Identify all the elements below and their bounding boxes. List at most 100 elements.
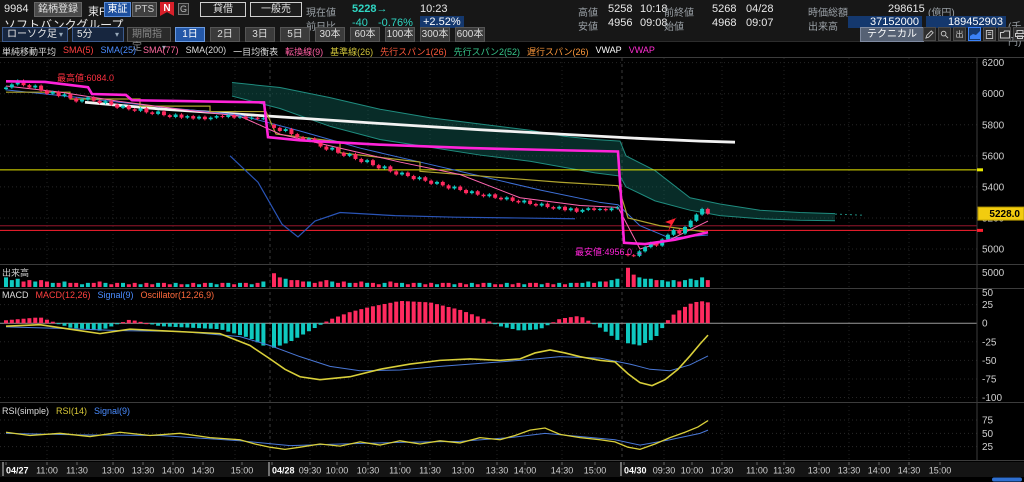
macd-histogram-bar [660,323,664,328]
period-button-100本[interactable]: 100本 [385,27,415,42]
period-button-2日[interactable]: 2日 [210,27,240,42]
g-badge-icon: G [178,3,189,15]
candle-body [400,173,404,175]
macd-histogram-bar [22,319,26,324]
volume-bar [133,283,137,287]
general-sell-button[interactable]: 一般売 [250,2,302,17]
volume-kanji-icon[interactable]: 出 [953,27,966,41]
chart-canvas[interactable]: 6200600058005600540052005000500050250-25… [0,0,1024,482]
chart-type-dropdown[interactable]: ローソク足▾ [2,27,68,42]
volume-bar [51,283,55,287]
volume-bar [92,283,96,287]
macd-histogram-bar [516,323,520,330]
volume-bar [244,283,248,287]
volume-bar [649,279,653,287]
macd-histogram-bar [238,323,242,335]
macd-histogram-bar [68,323,72,327]
candle-body [689,221,693,227]
area-chart-icon[interactable] [968,27,981,41]
news-flag-icon[interactable]: N [160,2,174,16]
chevron-down-icon: ▾ [59,28,63,41]
macd-histogram-bar [441,306,445,324]
period-button-3日[interactable]: 3日 [245,27,275,42]
axis-label: 10:30 [711,466,734,476]
macd-histogram-bar [57,323,61,324]
macd-histogram-bar [447,307,451,323]
period-button-1日[interactable]: 1日 [175,27,205,42]
volume-bar [319,282,323,288]
volume-bar [522,284,526,287]
folder-icon[interactable] [998,27,1011,41]
axis-label: 14:30 [192,466,215,476]
margin-button[interactable]: 貸借 [200,2,246,17]
legend-item: RSI(simple) [2,406,49,416]
volume-bar [144,283,148,287]
interval-dropdown[interactable]: 5分▾ [72,27,124,42]
axis-label: 11:00 [36,466,58,476]
period-button-5日[interactable]: 5日 [280,27,310,42]
register-symbol-button[interactable]: 銘柄登録 [34,2,82,17]
legend-item: SMA(77) [143,45,179,58]
period-button-30本[interactable]: 30本 [315,27,345,42]
period-button-300本[interactable]: 300本 [420,27,450,42]
macd-histogram-bar [383,304,387,323]
technical-button[interactable]: テクニカル [860,27,924,42]
chart-plot-area[interactable] [0,58,977,460]
candle-body [598,209,602,210]
macd-histogram-bar [505,323,509,327]
tab-pts[interactable]: PTS [132,2,157,17]
volume-bar [632,275,636,287]
zoom-icon[interactable] [938,27,951,41]
macd-legend: MACDMACD(12,26)Signal(9)Oscillator(12,26… [2,290,214,300]
volume-bar [610,280,614,287]
candle-body [121,106,125,108]
macd-histogram-bar [115,323,119,324]
period-button-group: 1日 2日 3日 5日 30本 60本 100本 300本 600本 [175,27,485,42]
period-button-60本[interactable]: 60本 [350,27,380,42]
macd-histogram-bar [272,323,276,348]
macd-histogram-bar [33,318,37,324]
macd-histogram-bar [162,323,166,326]
candle-body [540,204,544,206]
pencil-icon[interactable] [923,27,936,41]
candle-body [418,177,422,179]
volume-bar [482,283,486,287]
candle-body [499,198,503,200]
rsi-legend: RSI(simple)RSI(14)Signal(9) [2,406,130,416]
low-value: 4956 [608,17,632,29]
macd-histogram-bar [689,304,693,324]
volume-bar [168,284,172,287]
axis-label: 5600 [982,151,1005,162]
macd-histogram-bar [672,315,676,324]
macd-histogram-bar [92,323,96,330]
legend-item: SMA(200) [186,45,227,58]
period-button-600本[interactable]: 600本 [455,27,485,42]
macd-histogram-bar [429,303,433,324]
macd-histogram-bar [615,323,619,340]
period-select-dropdown[interactable]: 期間指定▾ [127,27,171,42]
tab-tse[interactable]: 東証 [104,2,131,17]
candle-body [371,160,375,165]
candle-body [272,125,276,128]
candle-body [441,182,445,185]
macd-histogram-bar [511,323,515,329]
printer-icon[interactable] [1013,27,1024,41]
scrollbar-thumb[interactable] [992,478,1022,482]
volume-bar [452,284,456,287]
axis-label: 6000 [982,89,1005,100]
current-price-value: 5228→ [352,3,387,15]
candle-body [592,208,596,210]
candle-body [683,227,687,234]
macd-histogram-bar [197,323,201,328]
candle-body [57,92,61,96]
macd-histogram-bar [551,322,555,323]
legend-item: 一目均衡表 [233,45,278,58]
candle-body [546,204,550,207]
note-icon[interactable] [983,27,996,41]
macd-histogram-bar [156,323,160,326]
volume-bar [307,282,311,288]
macd-histogram-bar [394,302,398,324]
volume-bar [16,279,20,287]
volume-bar [505,283,509,287]
macd-histogram-bar [706,302,710,323]
